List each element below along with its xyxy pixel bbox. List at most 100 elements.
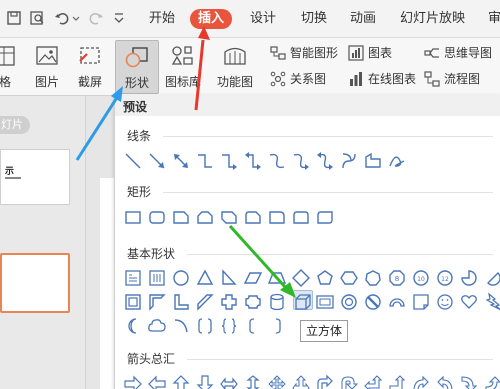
heptagon-shape[interactable] [363, 268, 383, 288]
rounded-rectangle-shape[interactable] [147, 207, 167, 227]
tab-design[interactable]: 设计 [250, 9, 276, 29]
left-right-arrow-shape[interactable] [219, 374, 239, 389]
tab-review[interactable]: 审 [488, 9, 500, 29]
slides-panel: 灯片 示 [0, 96, 86, 389]
bevel-shape[interactable] [315, 292, 335, 312]
print-preview-icon[interactable] [29, 10, 45, 26]
moon-shape[interactable] [123, 316, 143, 336]
right-triangle-shape[interactable] [219, 268, 239, 288]
double-arrow-line-shape[interactable] [171, 151, 191, 171]
curved-up-arrow-shape[interactable] [459, 374, 479, 389]
freeform-shape[interactable] [363, 151, 383, 171]
tab-animations[interactable]: 动画 [350, 9, 376, 29]
trapezoid-shape[interactable] [267, 268, 287, 288]
slide-thumbnail-1[interactable]: 示 [0, 149, 70, 205]
tab-transitions[interactable]: 切换 [301, 9, 327, 29]
screenshot-button[interactable]: 截屏 [72, 40, 108, 94]
curved-double-arrow-shape[interactable] [315, 151, 335, 171]
cloud-shape[interactable] [147, 316, 167, 336]
octagon-shape[interactable]: 8 [387, 268, 407, 288]
down-arrow-shape[interactable] [195, 374, 215, 389]
double-bracket-shape[interactable] [195, 316, 215, 336]
line-shape[interactable] [123, 151, 143, 171]
block-arc-shape[interactable] [387, 292, 407, 312]
customize-dropdown-icon[interactable] [114, 10, 124, 26]
table-button[interactable]: 格 [0, 40, 18, 94]
u-turn-arrow-shape[interactable] [339, 374, 359, 389]
parallelogram-shape[interactable] [243, 268, 263, 288]
no-symbol-shape[interactable] [363, 292, 383, 312]
dodecagon-shape[interactable]: 12 [435, 268, 455, 288]
function-chart-button[interactable]: 功能图 [210, 40, 260, 94]
plaque-shape[interactable] [243, 292, 263, 312]
shapes-button[interactable]: 形状 [115, 40, 159, 94]
vertical-text-box-shape[interactable] [147, 268, 167, 288]
frame-shape[interactable] [123, 292, 143, 312]
snip-same-side-rectangle-shape[interactable] [195, 207, 215, 227]
undo-dropdown-icon[interactable] [72, 10, 80, 26]
up-down-arrow-shape[interactable] [243, 374, 263, 389]
round-same-side-rectangle-shape[interactable] [291, 207, 311, 227]
pentagon-shape[interactable] [315, 268, 335, 288]
heart-shape[interactable] [459, 292, 479, 312]
tab-home[interactable]: 开始 [149, 9, 175, 29]
oval-shape[interactable] [171, 268, 191, 288]
elbow-arrow-connector-shape[interactable] [219, 151, 239, 171]
round-single-corner-rectangle-shape[interactable] [267, 207, 287, 227]
arc-shape[interactable] [171, 316, 191, 336]
cube-shape[interactable] [293, 292, 313, 312]
curved-connector-shape[interactable] [267, 151, 287, 171]
left-bracket-shape[interactable] [243, 316, 263, 336]
triangle-shape[interactable] [195, 268, 215, 288]
l-shape[interactable] [171, 292, 191, 312]
elbow-double-arrow-shape[interactable] [243, 151, 263, 171]
tab-insert[interactable]: 插入 [190, 9, 233, 29]
curved-arrow-connector-shape[interactable] [291, 151, 311, 171]
chord-shape[interactable] [483, 268, 500, 288]
text-box-shape[interactable] [123, 268, 143, 288]
can-shape[interactable] [267, 292, 287, 312]
right-arrow-shape[interactable] [123, 374, 143, 389]
curved-left-arrow-shape[interactable] [435, 374, 455, 389]
curve-shape[interactable] [339, 151, 359, 171]
snip-round-rectangle-shape[interactable] [243, 207, 263, 227]
section-divider [187, 254, 493, 255]
donut-shape[interactable] [339, 292, 359, 312]
folded-corner-shape[interactable] [411, 292, 431, 312]
right-bracket-shape[interactable] [267, 316, 287, 336]
curved-right-arrow-shape[interactable] [411, 374, 431, 389]
slides-tab[interactable]: 灯片 [0, 116, 30, 134]
icon-library-button[interactable]: 图标库 [163, 40, 203, 94]
round-diagonal-rectangle-shape[interactable] [315, 207, 335, 227]
rectangle-shape[interactable] [123, 207, 143, 227]
hexagon-shape[interactable] [339, 268, 359, 288]
quad-arrow-shape[interactable] [267, 374, 287, 389]
tab-slideshow[interactable]: 幻灯片放映 [400, 9, 465, 29]
lightning-bolt-shape[interactable] [483, 292, 500, 312]
bent-arrow-shape[interactable] [315, 374, 335, 389]
smiley-face-shape[interactable] [435, 292, 455, 312]
double-brace-shape[interactable] [219, 316, 239, 336]
left-up-arrow-shape[interactable] [363, 374, 383, 389]
diamond-shape[interactable] [291, 268, 311, 288]
snip-diagonal-rectangle-shape[interactable] [219, 207, 239, 227]
snip-corner-rectangle-shape[interactable] [171, 207, 191, 227]
left-arrow-shape[interactable] [147, 374, 167, 389]
slide-thumbnail-2[interactable] [0, 253, 70, 313]
left-right-up-arrow-shape[interactable] [291, 374, 311, 389]
up-arrow-shape[interactable] [171, 374, 191, 389]
pie-shape[interactable] [459, 268, 479, 288]
half-frame-shape[interactable] [147, 292, 167, 312]
undo-icon[interactable] [54, 10, 70, 26]
scribble-shape[interactable] [387, 151, 407, 171]
cross-shape[interactable] [219, 292, 239, 312]
picture-button[interactable]: 图片 [30, 40, 64, 94]
save-icon[interactable] [6, 10, 22, 26]
diagonal-stripe-shape[interactable] [195, 292, 215, 312]
curved-down-arrow-shape[interactable] [483, 374, 500, 389]
arrow-line-shape[interactable] [147, 151, 167, 171]
decagon-shape[interactable]: 10 [411, 268, 431, 288]
redo-icon[interactable] [88, 10, 104, 26]
elbow-connector-shape[interactable] [195, 151, 215, 171]
bent-up-arrow-shape[interactable] [387, 374, 407, 389]
